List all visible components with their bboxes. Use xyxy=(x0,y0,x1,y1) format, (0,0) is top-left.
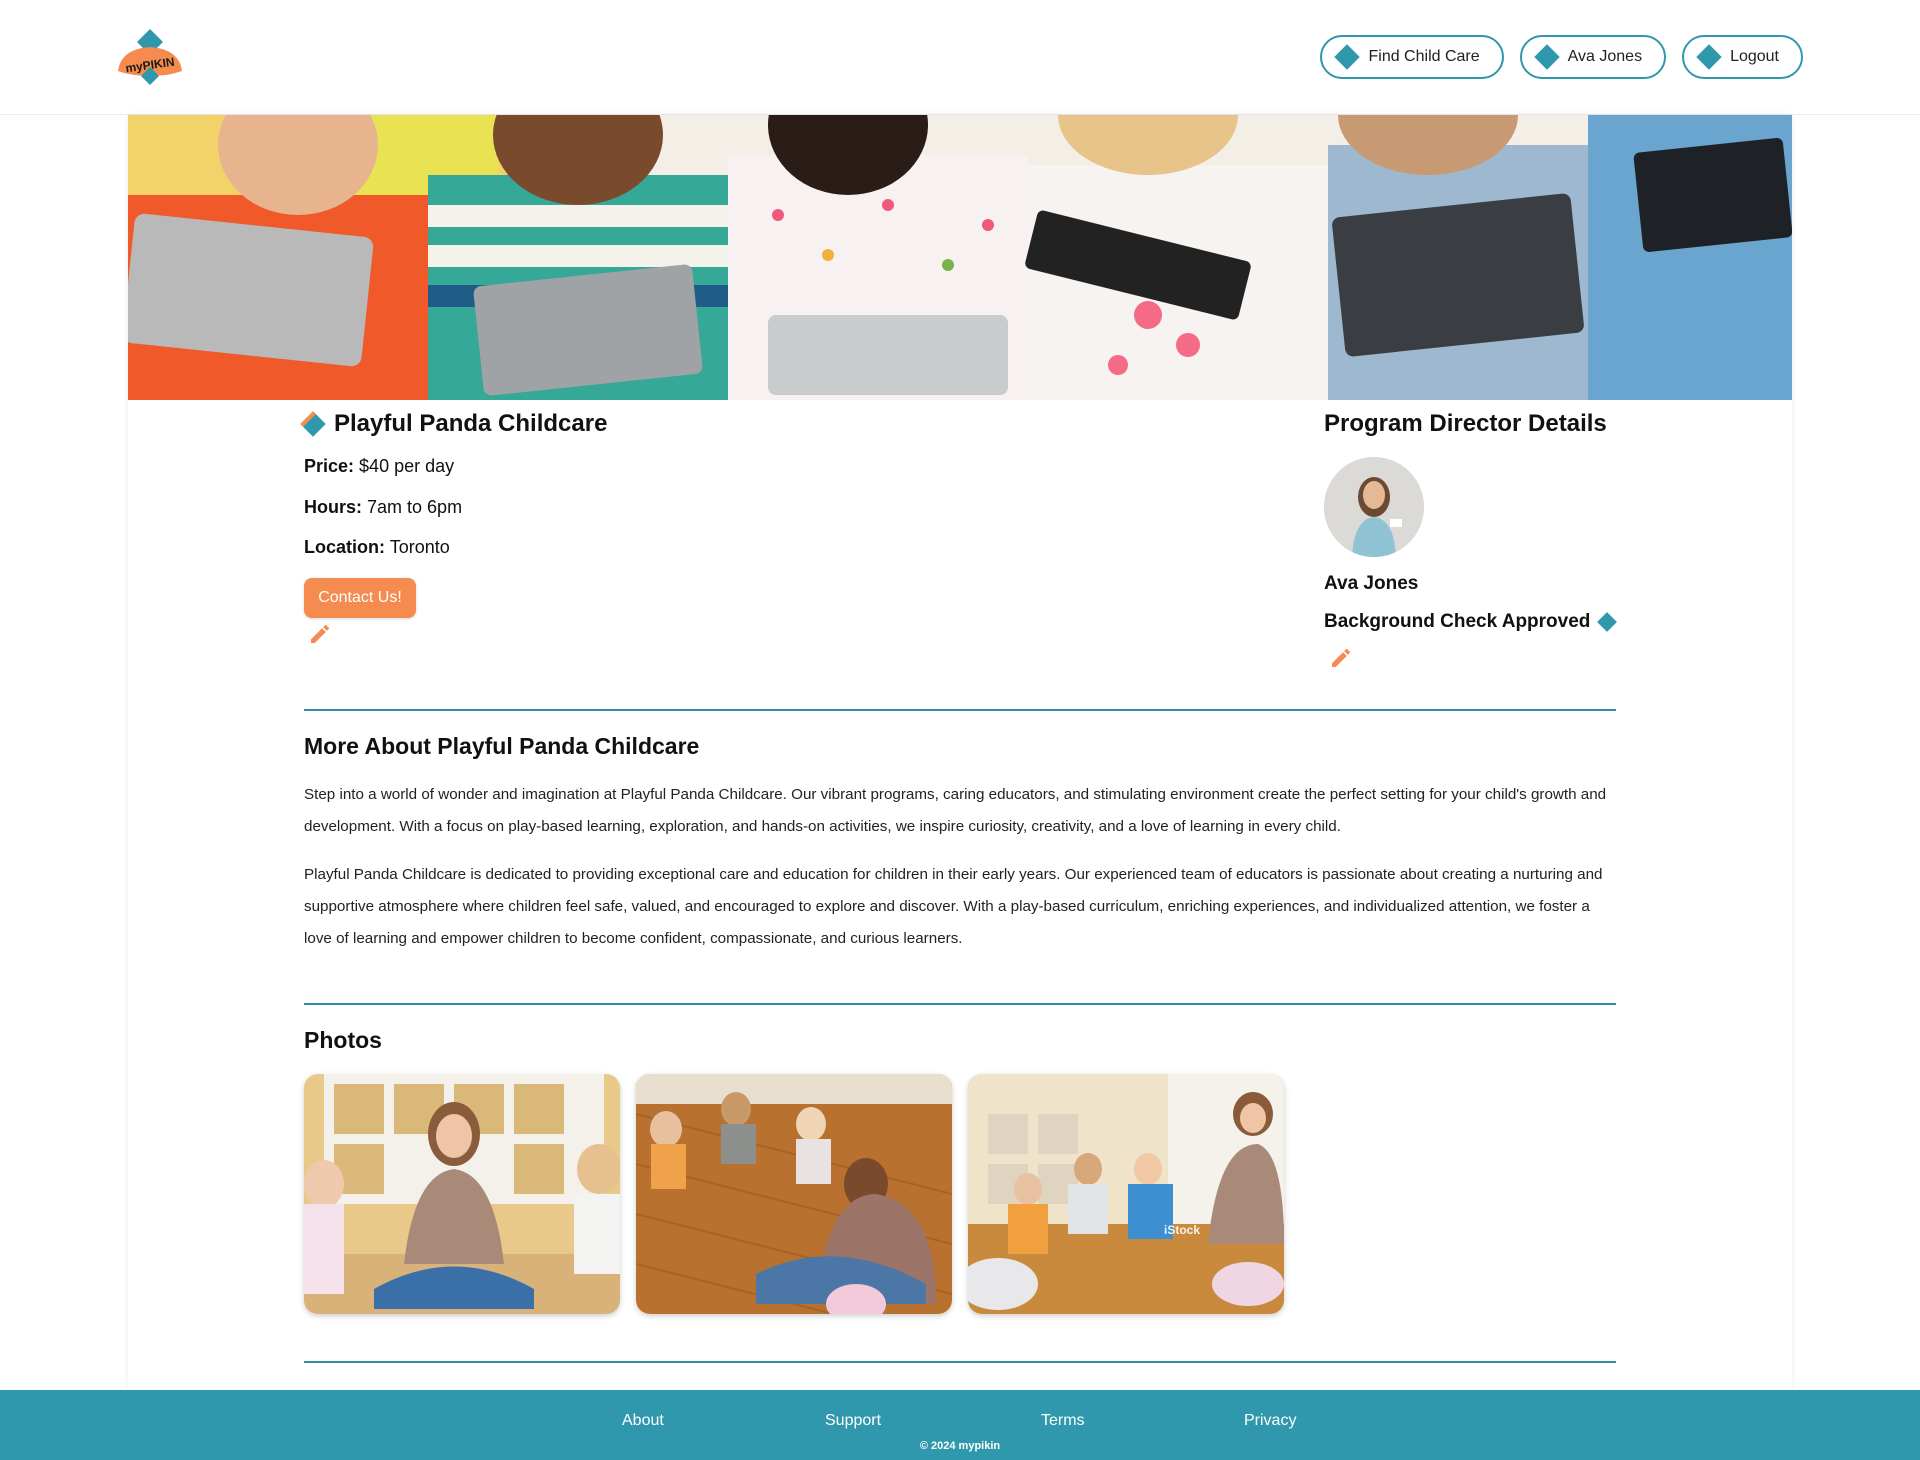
diamond-icon xyxy=(1334,44,1361,70)
diamond-icon xyxy=(300,411,326,437)
location-label: Location: xyxy=(304,537,385,557)
gallery-photo-1[interactable] xyxy=(304,1074,620,1314)
footer-link-about[interactable]: About xyxy=(622,1412,664,1430)
about-paragraph-1: Step into a world of wonder and imaginat… xyxy=(304,786,1607,835)
footer-link-terms[interactable]: Terms xyxy=(1041,1412,1085,1430)
hours-label: Hours: xyxy=(304,497,362,517)
price-row: Price: $40 per day xyxy=(304,456,454,477)
contact-us-button[interactable]: Contact Us! xyxy=(304,578,416,618)
footer-link-privacy[interactable]: Privacy xyxy=(1244,1412,1296,1430)
pencil-icon[interactable] xyxy=(1329,646,1353,670)
director-avatar xyxy=(1324,457,1424,557)
find-child-care-label: Find Child Care xyxy=(1368,48,1480,65)
gallery-photo-2[interactable] xyxy=(636,1074,952,1314)
header-nav: Find Child Care Ava Jones Logout xyxy=(1320,35,1803,79)
location-row: Location: Toronto xyxy=(304,537,450,558)
provider-title: Playful Panda Childcare xyxy=(300,410,608,438)
diamond-icon xyxy=(1597,612,1618,632)
director-name: Ava Jones xyxy=(1324,573,1419,594)
diamond-icon xyxy=(1533,44,1560,70)
footer-link-support[interactable]: Support xyxy=(825,1412,881,1430)
logout-button[interactable]: Logout xyxy=(1682,35,1803,79)
profile-button[interactable]: Ava Jones xyxy=(1519,35,1667,79)
copyright-text: © 2024 mypikin xyxy=(919,1440,1001,1452)
director-section-title: Program Director Details xyxy=(1324,410,1607,437)
background-check-status: Background Check Approved xyxy=(1324,611,1618,633)
pencil-icon[interactable] xyxy=(308,622,332,646)
section-divider xyxy=(304,709,1616,711)
hero-image xyxy=(128,115,1792,400)
logout-label: Logout xyxy=(1730,48,1779,65)
about-title: More About Playful Panda Childcare xyxy=(304,733,700,759)
find-child-care-button[interactable]: Find Child Care xyxy=(1320,35,1504,79)
top-header: myPIKIN Find Child Care Ava Jones Logout xyxy=(0,0,1920,115)
location-value: Toronto xyxy=(389,537,450,557)
profile-label: Ava Jones xyxy=(1567,48,1643,65)
hours-value: 7am to 6pm xyxy=(367,497,463,517)
section-divider xyxy=(304,1361,1616,1363)
provider-name: Playful Panda Childcare xyxy=(334,410,608,437)
mypikin-logo[interactable]: myPIKIN xyxy=(115,25,185,85)
about-paragraph-2: Playful Panda Childcare is dedicated to … xyxy=(304,866,1603,947)
hours-row: Hours: 7am to 6pm xyxy=(304,497,462,518)
istock-watermark: iStock xyxy=(1164,1223,1200,1237)
gallery-photo-3[interactable]: iStock xyxy=(968,1074,1284,1314)
price-value: $40 per day xyxy=(359,456,455,476)
section-divider xyxy=(304,1003,1616,1005)
site-footer: About Support Terms Privacy © 2024 mypik… xyxy=(0,1390,1920,1460)
background-check-label: Background Check Approved xyxy=(1324,611,1591,632)
price-label: Price: xyxy=(304,456,355,476)
diamond-icon xyxy=(1696,44,1722,70)
photos-title: Photos xyxy=(304,1027,382,1053)
